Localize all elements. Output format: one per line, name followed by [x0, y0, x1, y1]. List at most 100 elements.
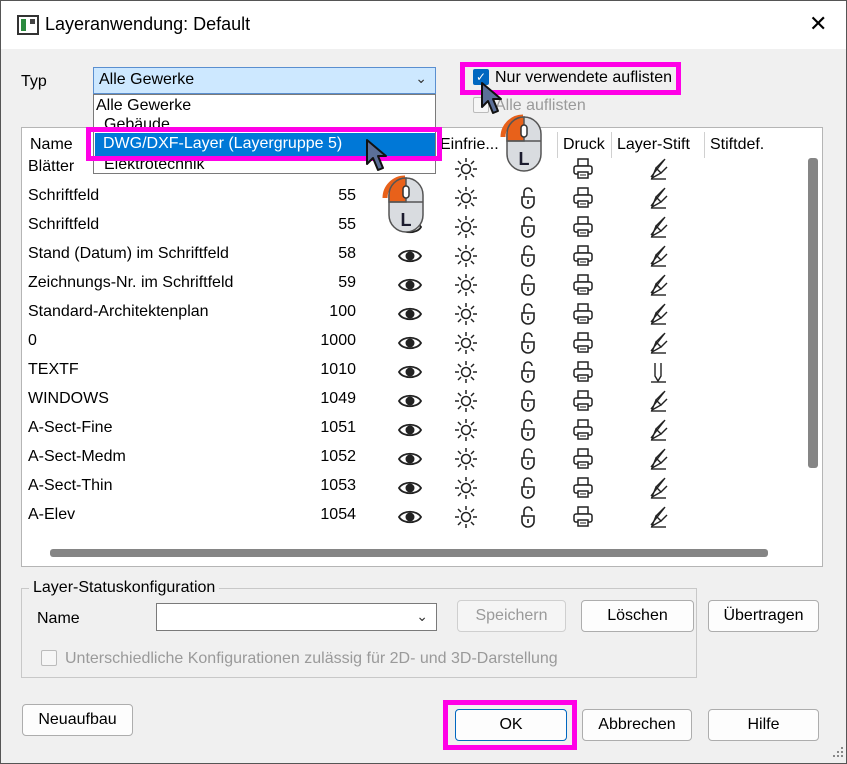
pen-slash-icon[interactable] [646, 447, 670, 471]
table-row[interactable]: WINDOWS 1049 [22, 386, 802, 415]
printer-icon[interactable] [571, 447, 595, 471]
config-name-combobox[interactable]: ⌄ [156, 603, 437, 631]
column-header-pen-def[interactable]: Stiftdef. [710, 136, 764, 154]
pen-slash-icon[interactable] [646, 157, 670, 181]
chevron-down-icon[interactable]: ⌄ [416, 608, 428, 625]
unlocked-icon[interactable] [516, 302, 540, 326]
different-configs-checkbox[interactable] [41, 650, 57, 666]
pen-icon[interactable] [646, 360, 670, 384]
unlocked-icon[interactable] [516, 360, 540, 384]
printer-icon[interactable] [571, 273, 595, 297]
unlocked-icon[interactable] [516, 244, 540, 268]
unlocked-icon[interactable] [516, 476, 540, 500]
printer-icon[interactable] [571, 360, 595, 384]
pen-slash-icon[interactable] [646, 389, 670, 413]
unlocked-icon[interactable] [516, 331, 540, 355]
table-row[interactable]: Zeichnungs-Nr. im Schriftfeld 59 [22, 270, 802, 299]
sun-icon[interactable] [454, 215, 478, 239]
unlocked-icon[interactable] [516, 418, 540, 442]
sun-icon[interactable] [454, 447, 478, 471]
sun-icon[interactable] [454, 418, 478, 442]
save-button[interactable]: Speichern [457, 600, 566, 632]
resize-grip-icon[interactable] [827, 743, 845, 761]
sun-icon[interactable] [454, 244, 478, 268]
printer-icon[interactable] [571, 215, 595, 239]
column-header-name[interactable]: Name [30, 136, 73, 154]
unlocked-icon[interactable] [516, 215, 540, 239]
table-row[interactable]: Standard-Architektenplan 100 [22, 299, 802, 328]
table-row[interactable]: A-Elev 1054 [22, 502, 802, 531]
rebuild-button[interactable]: Neuaufbau [22, 704, 133, 736]
typ-combobox[interactable]: Alle Gewerke ⌄ [93, 67, 436, 94]
layer-name-cell: A-Sect-Fine [28, 419, 113, 436]
eye-icon[interactable] [397, 505, 423, 529]
unlocked-icon[interactable] [516, 389, 540, 413]
sun-icon[interactable] [454, 360, 478, 384]
typ-selected-value: Alle Gewerke [99, 71, 195, 88]
typ-label: Typ [21, 73, 47, 90]
chevron-down-icon[interactable]: ⌄ [415, 70, 427, 87]
eye-icon[interactable] [397, 360, 423, 384]
cancel-button[interactable]: Abbrechen [582, 709, 692, 741]
pen-slash-icon[interactable] [646, 505, 670, 529]
layer-number-cell: 1049 [320, 390, 356, 407]
pen-slash-icon[interactable] [646, 476, 670, 500]
printer-icon[interactable] [571, 389, 595, 413]
column-header-print[interactable]: Druck [563, 136, 605, 154]
pen-slash-icon[interactable] [646, 302, 670, 326]
printer-icon[interactable] [571, 244, 595, 268]
sun-icon[interactable] [454, 302, 478, 326]
eye-icon[interactable] [397, 244, 423, 268]
printer-icon[interactable] [571, 331, 595, 355]
unlocked-icon[interactable] [516, 186, 540, 210]
pen-slash-icon[interactable] [646, 331, 670, 355]
layer-number-cell: 1051 [320, 419, 356, 436]
sun-icon[interactable] [454, 273, 478, 297]
eye-icon[interactable] [397, 418, 423, 442]
eye-icon[interactable] [397, 389, 423, 413]
sun-icon[interactable] [454, 505, 478, 529]
different-configs-label[interactable]: Unterschiedliche Konfigurationen zulässi… [65, 650, 558, 668]
sun-icon[interactable] [454, 186, 478, 210]
layer-number-cell: 1053 [320, 477, 356, 494]
printer-icon[interactable] [571, 157, 595, 181]
eye-icon[interactable] [397, 331, 423, 355]
sun-icon[interactable] [454, 331, 478, 355]
printer-icon[interactable] [571, 418, 595, 442]
pen-slash-icon[interactable] [646, 418, 670, 442]
unlocked-icon[interactable] [516, 505, 540, 529]
table-row[interactable]: TEXTF 1010 [22, 357, 802, 386]
eye-icon[interactable] [397, 447, 423, 471]
printer-icon[interactable] [571, 476, 595, 500]
unlocked-icon[interactable] [516, 273, 540, 297]
pen-slash-icon[interactable] [646, 273, 670, 297]
dropdown-option[interactable]: Alle Gewerke [96, 96, 191, 116]
sun-icon[interactable] [454, 389, 478, 413]
pen-slash-icon[interactable] [646, 244, 670, 268]
pen-slash-icon[interactable] [646, 215, 670, 239]
printer-icon[interactable] [571, 186, 595, 210]
vertical-scrollbar[interactable] [808, 158, 818, 468]
mouse-hint-letter: L [519, 149, 530, 169]
delete-button[interactable]: Löschen [581, 600, 694, 632]
table-row[interactable]: 0 1000 [22, 328, 802, 357]
help-button[interactable]: Hilfe [708, 709, 819, 741]
sun-icon[interactable] [454, 157, 478, 181]
column-header-freeze[interactable]: Einfrie... [440, 136, 499, 154]
column-header-layer-pen[interactable]: Layer-Stift [617, 136, 690, 154]
table-row[interactable]: Stand (Datum) im Schriftfeld 58 [22, 241, 802, 270]
pen-slash-icon[interactable] [646, 186, 670, 210]
table-row[interactable]: A-Sect-Medm 1052 [22, 444, 802, 473]
printer-icon[interactable] [571, 302, 595, 326]
table-row[interactable]: A-Sect-Fine 1051 [22, 415, 802, 444]
close-icon[interactable]: ✕ [809, 13, 827, 35]
horizontal-scrollbar[interactable] [50, 549, 768, 557]
eye-icon[interactable] [397, 302, 423, 326]
sun-icon[interactable] [454, 476, 478, 500]
printer-icon[interactable] [571, 505, 595, 529]
eye-icon[interactable] [397, 476, 423, 500]
unlocked-icon[interactable] [516, 447, 540, 471]
eye-icon[interactable] [397, 273, 423, 297]
table-row[interactable]: A-Sect-Thin 1053 [22, 473, 802, 502]
transfer-button[interactable]: Übertragen [708, 600, 819, 632]
